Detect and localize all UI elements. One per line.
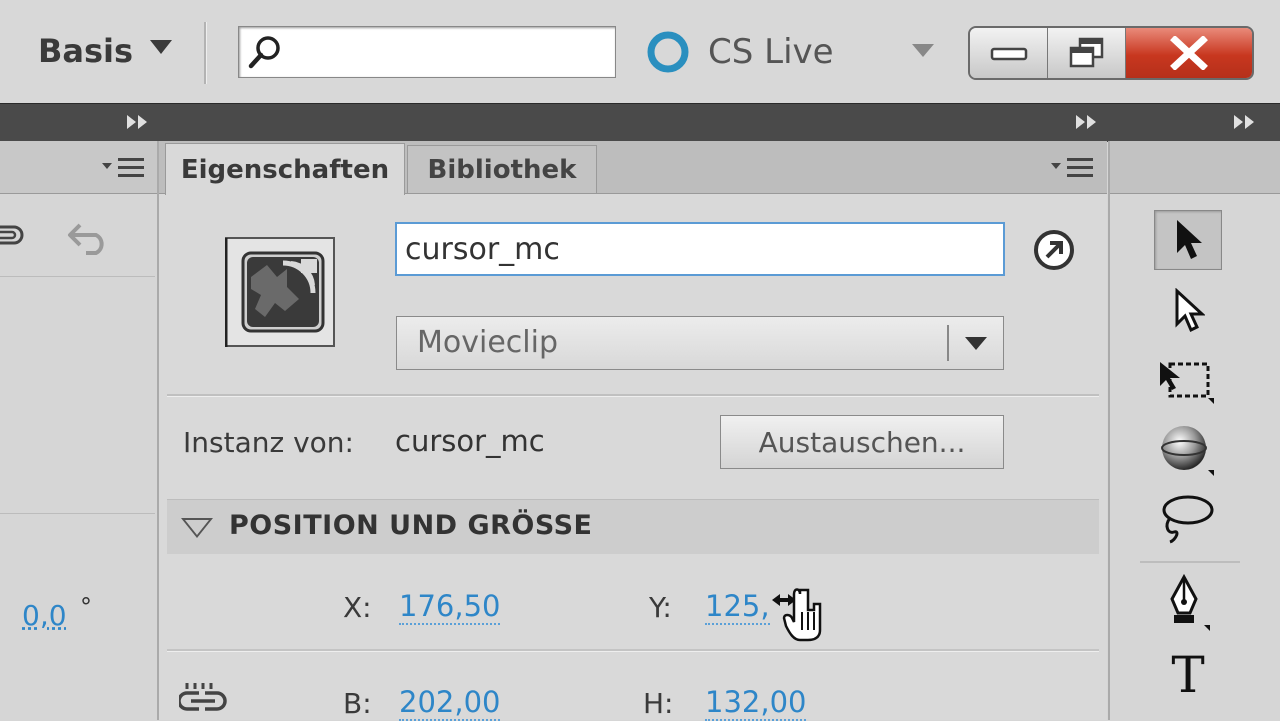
tools-panel: T xyxy=(1108,141,1280,720)
application-bar: Basis CS Live xyxy=(0,0,1280,103)
free-transform-tool[interactable] xyxy=(1154,351,1222,411)
link-icon[interactable] xyxy=(0,219,26,253)
panel-collapse-strip xyxy=(0,103,1280,142)
hand-scrub-cursor-icon xyxy=(772,588,822,642)
undo-icon[interactable] xyxy=(66,217,112,257)
search-field[interactable] xyxy=(238,26,616,78)
tab-bibliothek[interactable]: Bibliothek xyxy=(407,145,597,193)
lock-aspect-ratio-icon[interactable] xyxy=(179,683,229,719)
cs-live-icon[interactable] xyxy=(646,30,690,74)
properties-tab-bar: Eigenschaften Bibliothek xyxy=(159,141,1107,195)
search-icon xyxy=(248,36,280,69)
toolbar-divider xyxy=(204,22,207,84)
instance-of-value: cursor_mc xyxy=(395,424,545,458)
pen-nib-icon xyxy=(1170,573,1210,631)
width-value[interactable]: 202,00 xyxy=(399,685,501,721)
workspace-switcher-label[interactable]: Basis xyxy=(38,32,133,70)
x-label: X: xyxy=(343,591,372,624)
window-controls xyxy=(968,26,1254,80)
divider xyxy=(167,394,1099,397)
selection-tool[interactable] xyxy=(1154,210,1222,270)
subselection-arrow-icon xyxy=(1175,288,1205,333)
tools-panel-header xyxy=(1110,141,1280,194)
cs-live-dropdown-icon[interactable] xyxy=(912,44,934,57)
panel-menu-icon[interactable] xyxy=(100,155,146,181)
restore-icon xyxy=(1069,37,1103,68)
divider xyxy=(167,649,1099,652)
movieclip-symbol-icon xyxy=(225,237,335,347)
x-value[interactable]: 176,50 xyxy=(399,589,501,625)
section-title: POSITION UND GRÖSSE xyxy=(229,510,593,541)
expand-panel-icon[interactable] xyxy=(124,112,152,132)
divider xyxy=(0,276,155,277)
3d-sphere-icon xyxy=(1161,426,1214,476)
width-label: B: xyxy=(343,687,372,720)
left-panel-header xyxy=(0,141,157,194)
divider xyxy=(0,513,155,514)
y-value[interactable]: 125, xyxy=(705,589,770,625)
rotation-unit: ° xyxy=(80,593,92,621)
panel-menu-icon[interactable] xyxy=(1049,155,1095,181)
minimize-icon xyxy=(990,47,1027,61)
expand-panel-icon[interactable] xyxy=(1231,112,1259,132)
tools-divider xyxy=(1140,561,1240,563)
code-snippet-link-icon[interactable] xyxy=(1033,229,1075,271)
text-tool[interactable]: T xyxy=(1154,645,1222,705)
close-button[interactable] xyxy=(1126,28,1252,78)
y-label: Y: xyxy=(649,591,672,624)
lasso-icon xyxy=(1162,495,1214,544)
symbol-type-value: Movieclip xyxy=(417,325,558,360)
dropdown-divider xyxy=(947,325,949,361)
close-icon xyxy=(1170,36,1208,70)
instance-of-label: Instanz von: xyxy=(183,426,354,459)
symbol-type-dropdown[interactable]: Movieclip xyxy=(396,316,1004,370)
restore-button[interactable] xyxy=(1048,28,1126,78)
cs-live-label[interactable]: CS Live xyxy=(708,32,834,72)
free-transform-icon xyxy=(1160,362,1214,404)
subselection-tool[interactable] xyxy=(1154,281,1222,341)
position-size-section-header[interactable]: POSITION UND GRÖSSE xyxy=(167,499,1099,554)
expand-panel-icon[interactable] xyxy=(1073,112,1101,132)
height-label: H: xyxy=(643,687,674,720)
text-tool-icon: T xyxy=(1171,646,1205,704)
pen-tool[interactable] xyxy=(1154,573,1222,633)
tab-eigenschaften[interactable]: Eigenschaften xyxy=(165,143,405,195)
instance-name-input[interactable] xyxy=(395,222,1005,276)
lasso-tool[interactable] xyxy=(1154,489,1222,549)
collapse-triangle-icon-inner xyxy=(185,520,209,535)
properties-panel: Eigenschaften Bibliothek Movieclip Insta… xyxy=(159,141,1107,721)
workspace-dropdown-icon[interactable] xyxy=(150,40,172,54)
selection-arrow-icon xyxy=(1177,220,1202,259)
height-value[interactable]: 132,00 xyxy=(705,685,807,721)
3d-rotation-tool[interactable] xyxy=(1154,421,1222,481)
left-panel: 0,0 ° xyxy=(0,141,159,720)
chevron-down-icon xyxy=(965,337,987,350)
rotation-value[interactable]: 0,0 xyxy=(22,599,67,632)
minimize-button[interactable] xyxy=(970,28,1048,78)
swap-symbol-button[interactable]: Austauschen... xyxy=(720,415,1004,469)
